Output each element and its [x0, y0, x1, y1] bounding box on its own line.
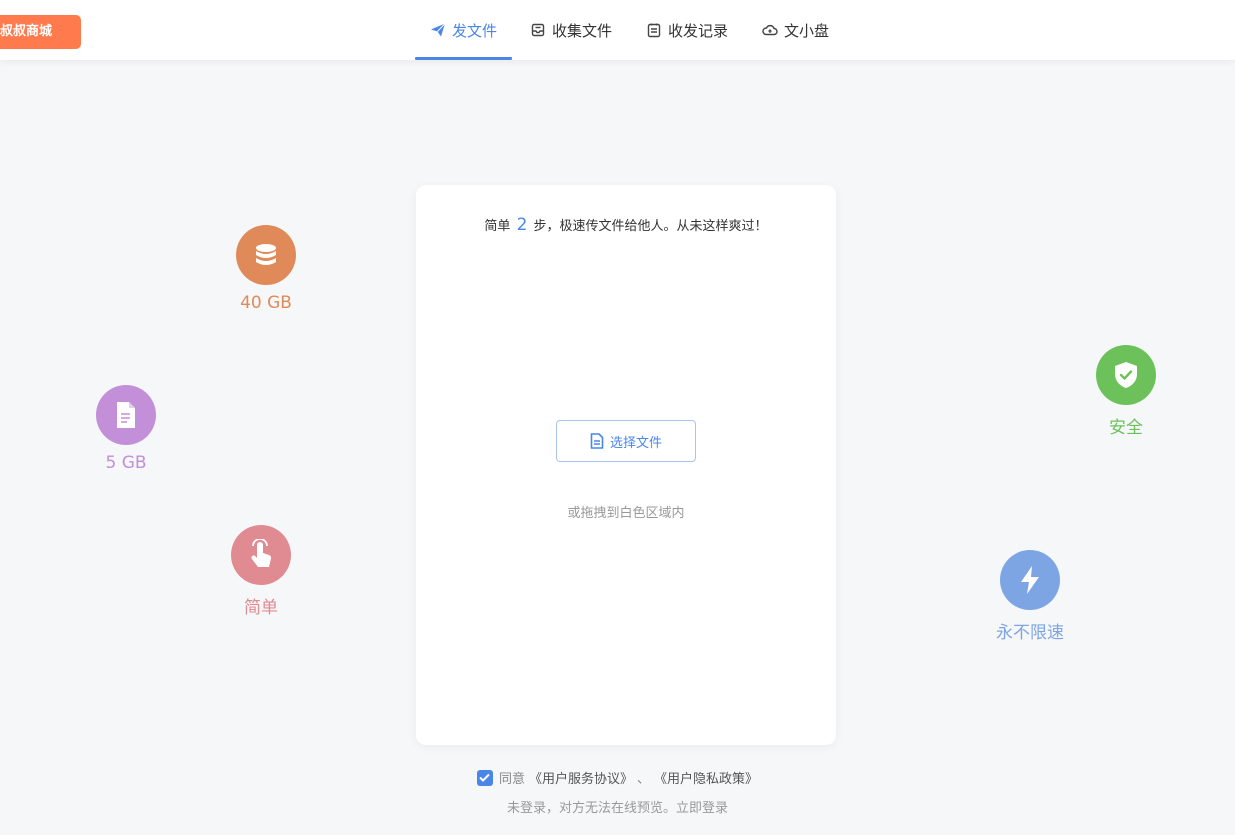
feature-label: 简单 — [244, 598, 278, 618]
tab-label: 发文件 — [452, 21, 498, 40]
agreement-row: 同意 《用户服务协议》 、 《用户隐私政策》 — [0, 768, 1235, 787]
login-note: 未登录，对方无法在线预览。立即登录 — [0, 797, 1235, 816]
tab-label: 收集文件 — [552, 21, 613, 40]
terms-link[interactable]: 《用户服务协议》 — [529, 768, 633, 787]
inbox-tray-icon — [531, 23, 545, 37]
lightning-icon — [1021, 566, 1039, 594]
feature-circle — [1000, 550, 1060, 610]
intro-suffix: 步，极速传文件给他人。从未这样爽过！ — [533, 219, 768, 234]
login-link[interactable]: 立即登录 — [676, 801, 728, 816]
document-icon — [117, 402, 135, 428]
agree-checkbox[interactable] — [476, 769, 493, 786]
database-icon — [256, 244, 276, 265]
tab-label: 文小盘 — [784, 21, 830, 40]
tab-records[interactable]: 收发记录 — [646, 0, 728, 60]
feature-circle — [231, 525, 291, 585]
tap-hand-icon — [251, 539, 272, 567]
intro-prefix: 简单 — [484, 219, 511, 234]
feature-label: 40 GB — [240, 293, 292, 313]
select-file-label: 选择文件 — [609, 435, 662, 451]
feature-circle — [236, 225, 296, 285]
feature-label: 安全 — [1109, 418, 1143, 438]
separator: 、 — [637, 772, 651, 787]
tab-send-file[interactable]: 发文件 — [414, 0, 513, 60]
agree-text: 同意 — [498, 772, 525, 787]
tab-cloud-disk[interactable]: 文小盘 — [762, 0, 829, 60]
feature-simple: 简单 — [201, 525, 321, 618]
cloud-icon — [762, 24, 778, 36]
feature-file-size: 5 GB — [66, 385, 186, 473]
drag-hint: 或拖拽到白色区域内 — [567, 506, 685, 521]
privacy-link[interactable]: 《用户隐私政策》 — [654, 768, 758, 787]
paper-plane-icon — [431, 23, 446, 37]
feature-storage: 40 GB — [206, 225, 326, 313]
clipboard-icon — [647, 23, 661, 38]
shield-check-icon — [1115, 362, 1137, 388]
upload-drop-zone[interactable]: 简单 2 步，极速传文件给他人。从未这样爽过！ 选择文件 或拖拽到白色区域内 — [416, 185, 836, 745]
intro-step-count: 2 — [516, 215, 528, 235]
login-note-text: 未登录，对方无法在线预览。 — [506, 801, 676, 816]
feature-circle — [1096, 345, 1156, 405]
top-bar: 叔叔商城 发文件 收集文件 收发记录 文小盘 — [0, 0, 1235, 60]
select-file-button[interactable]: 选择文件 — [556, 420, 696, 462]
check-icon — [479, 773, 491, 782]
shop-button[interactable]: 叔叔商城 — [0, 15, 81, 49]
upload-intro: 简单 2 步，极速传文件给他人。从未这样爽过！ — [416, 215, 836, 235]
feature-secure: 安全 — [1066, 345, 1186, 438]
feature-circle — [96, 385, 156, 445]
tab-label: 收发记录 — [668, 21, 729, 40]
tab-collect-files[interactable]: 收集文件 — [530, 0, 612, 60]
feature-no-speed-limit: 永不限速 — [970, 550, 1090, 643]
feature-label: 永不限速 — [996, 623, 1064, 643]
feature-label: 5 GB — [105, 453, 147, 473]
file-icon — [590, 433, 604, 449]
